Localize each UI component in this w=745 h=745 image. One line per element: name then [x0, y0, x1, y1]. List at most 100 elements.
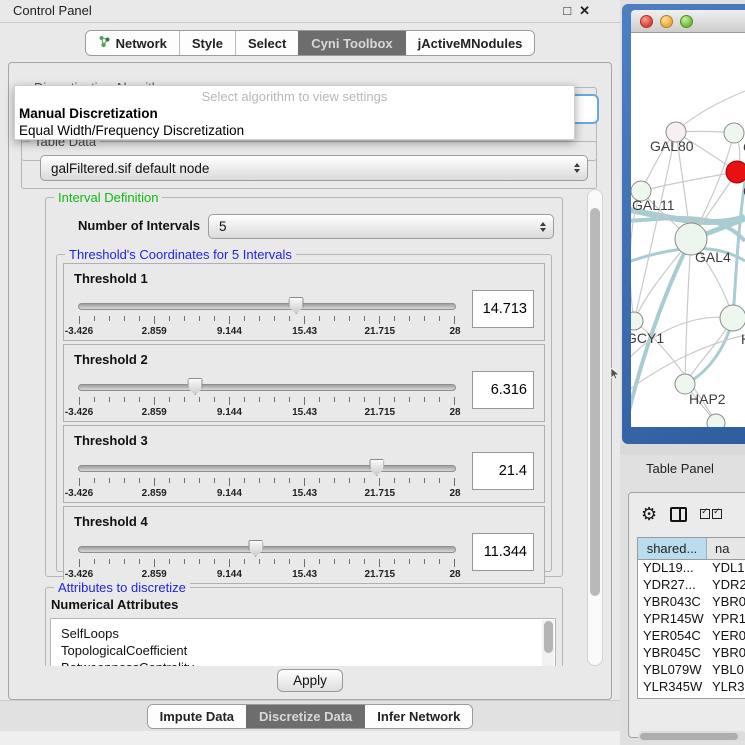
threshold-panel: Threshold 3-3.4262.8599.14415.4321.71528… — [63, 425, 545, 503]
table-panel: ⚙ shared...na YDL19...YDL1YDR27...YDR2YB… — [628, 492, 745, 738]
network-node[interactable] — [707, 414, 725, 427]
combo-stepper-icon — [574, 163, 580, 173]
tab-label: Select — [248, 36, 286, 51]
columns-icon[interactable] — [670, 507, 687, 522]
tab-jactivemnodules[interactable]: jActiveMNodules — [405, 31, 535, 55]
thresholds-group: Threshold's Coordinates for 5 Intervals … — [56, 254, 552, 572]
network-canvas[interactable]: GAL80GCGAL11GAL4GCY1HHAP2 — [631, 33, 745, 427]
slider-ticks — [79, 478, 455, 487]
table-data-group: Table Data galFiltered.sif default node — [21, 141, 597, 189]
bottom-tab-band: Impute DataDiscretize DataInfer Network — [0, 700, 620, 732]
threshold-panel: Threshold 2-3.4262.8599.14415.4321.71528… — [63, 344, 545, 422]
mode-tab-infer-network[interactable]: Infer Network — [364, 705, 472, 728]
tab-network[interactable]: Network — [86, 31, 179, 55]
threshold-value-field[interactable]: 14.713 — [472, 290, 534, 328]
threshold-slider[interactable]: -3.4262.8599.14415.4321.71528 — [78, 377, 456, 417]
network-view-window: GAL80GCGAL11GAL4GCY1HHAP2 — [622, 4, 745, 444]
table-row[interactable]: YIL053CYIL0 — [638, 696, 745, 699]
thresholds-group-title: Threshold's Coordinates for 5 Intervals — [65, 247, 296, 262]
attribute-list-item[interactable]: TopologicalCoefficient — [51, 642, 555, 659]
zoom-traffic-button[interactable] — [680, 15, 693, 28]
slider-thumb[interactable] — [289, 297, 304, 314]
table-cell-name: YIL0 — [706, 696, 745, 699]
float-icon[interactable]: □ — [563, 3, 571, 19]
combo-stepper-icon — [540, 222, 546, 232]
attribute-list-item[interactable]: SelfLoops — [51, 619, 555, 642]
table-cell-name: YBR0 — [706, 594, 745, 611]
network-node-label: GCY1 — [631, 330, 664, 346]
table-row[interactable]: YDL19...YDL1 — [638, 560, 745, 577]
table-cell-shared-name: YDL19... — [638, 560, 706, 577]
gear-icon[interactable]: ⚙ — [641, 505, 657, 523]
network-node-h[interactable] — [720, 305, 745, 331]
tab-cyni-toolbox[interactable]: Cyni Toolbox — [298, 31, 404, 55]
tab-label: jActiveMNodules — [418, 36, 523, 51]
slider-track[interactable] — [78, 465, 456, 472]
table-cell-shared-name: YDR27... — [638, 577, 706, 594]
slider-tick-labels: -3.4262.8599.14415.4321.71528 — [79, 407, 455, 419]
tab-style[interactable]: Style — [179, 31, 235, 55]
table-row[interactable]: YPR145WYPR1 — [638, 611, 745, 628]
bottom-strip — [0, 731, 620, 745]
attribute-list-item[interactable]: BetweennessCentrality — [51, 659, 555, 666]
threshold-slider[interactable]: -3.4262.8599.14415.4321.71528 — [78, 539, 456, 579]
vertical-scrollbar[interactable] — [587, 189, 603, 666]
table-data-combo-value: galFiltered.sif default node — [51, 161, 209, 176]
slider-track[interactable] — [78, 384, 456, 391]
cyni-mode-tabs: Impute DataDiscretize DataInfer Network — [147, 704, 474, 729]
numerical-attributes-label: Numerical Attributes — [51, 597, 178, 612]
table-data-combo[interactable]: galFiltered.sif default node — [40, 155, 588, 181]
table-header-shared-name[interactable]: shared... — [638, 538, 707, 559]
table-row[interactable]: YBR045CYBR0 — [638, 645, 745, 662]
table-row[interactable]: YBL079WYBL0 — [638, 662, 745, 679]
minimize-traffic-button[interactable] — [660, 15, 673, 28]
table-horizontal-scrollbar[interactable] — [638, 731, 745, 741]
slider-thumb[interactable] — [369, 459, 384, 476]
table-cell-shared-name: YLR345W — [638, 679, 706, 696]
threshold-value-field[interactable]: 6.316 — [472, 371, 534, 409]
settings-scroll-area: Interval Definition Number of Intervals … — [15, 189, 607, 666]
attributes-list[interactable]: SelfLoopsTopologicalCoefficientBetweenne… — [50, 618, 556, 666]
mode-tab-discretize-data[interactable]: Discretize Data — [246, 705, 364, 728]
node-attribute-table[interactable]: shared...na YDL19...YDL1YDR27...YDR2YBR0… — [637, 537, 745, 699]
network-graph[interactable]: GAL80GCGAL11GAL4GCY1HHAP2 — [631, 33, 745, 427]
network-node-c[interactable] — [726, 161, 745, 183]
slider-track[interactable] — [78, 546, 456, 553]
table-cell-shared-name: YPR145W — [638, 611, 706, 628]
apply-button[interactable]: Apply — [277, 669, 343, 692]
slider-track[interactable] — [78, 303, 456, 310]
threshold-value-field[interactable]: 21.4 — [472, 452, 534, 490]
tab-select[interactable]: Select — [235, 31, 298, 55]
dropdown-item[interactable]: Manual Discretization — [15, 105, 574, 122]
threshold-slider[interactable]: -3.4262.8599.14415.4321.71528 — [78, 296, 456, 336]
select-checkboxes-icon[interactable] — [700, 509, 722, 519]
mode-tab-impute-data[interactable]: Impute Data — [148, 705, 246, 728]
attributes-list-scrollbar[interactable] — [542, 620, 554, 666]
network-node-g[interactable] — [724, 123, 744, 143]
table-cell-name: YPR1 — [706, 611, 745, 628]
threshold-slider[interactable]: -3.4262.8599.14415.4321.71528 — [78, 458, 456, 498]
network-icon — [98, 35, 111, 51]
table-row[interactable]: YBR043CYBR0 — [638, 594, 745, 611]
table-cell-name: YBL0 — [706, 662, 745, 679]
algorithm-dropdown-popup: Select algorithm to view settings Manual… — [14, 85, 575, 140]
dropdown-item[interactable]: Equal Width/Frequency Discretization — [15, 122, 574, 139]
slider-thumb[interactable] — [188, 378, 203, 395]
close-icon[interactable]: ✕ — [579, 3, 590, 19]
table-row[interactable]: YER054CYER0 — [638, 628, 745, 645]
table-cell-shared-name: YBL079W — [638, 662, 706, 679]
table-row[interactable]: YDR27...YDR2 — [638, 577, 745, 594]
table-header-name[interactable]: na — [707, 538, 745, 559]
num-intervals-combo[interactable]: 5 — [208, 214, 554, 239]
panel-title: Control Panel — [13, 3, 92, 18]
network-node-label: GAL80 — [650, 138, 694, 154]
slider-thumb[interactable] — [248, 540, 263, 557]
table-hscroll-thumb[interactable] — [640, 733, 738, 740]
panel-gap — [620, 444, 745, 455]
table-row[interactable]: YLR345WYLR3 — [638, 679, 745, 696]
close-traffic-button[interactable] — [640, 15, 653, 28]
vertical-scrollbar-thumb[interactable] — [590, 208, 600, 596]
threshold-value-field[interactable]: 11.344 — [472, 533, 534, 571]
threshold-label: Threshold 4 — [74, 514, 148, 529]
tab-label: Cyni Toolbox — [311, 36, 392, 51]
